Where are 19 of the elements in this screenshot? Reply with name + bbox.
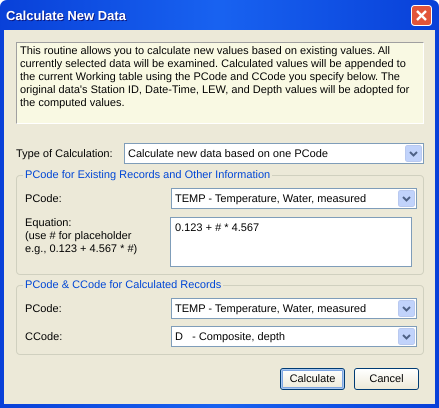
hint-text: e.g., 0.123 + 4.567 * #) <box>25 243 138 256</box>
group-title: PCode & CCode for Calculated Records <box>24 279 222 291</box>
window-title: Calculate New Data <box>6 8 126 22</box>
field-label: PCode: <box>25 192 63 204</box>
field-label: CCode: <box>25 330 64 342</box>
dropdown[interactable]: TEMP - Temperature, Water, measured <box>171 298 417 319</box>
dropdown[interactable]: Calculate new data based on one PCode <box>124 143 424 164</box>
dropdown[interactable]: TEMP - Temperature, Water, measured <box>171 188 417 209</box>
group-title: PCode for Existing Records and Other Information <box>24 169 272 181</box>
description-text: This routine allows you to calculate new values based on existing values. All currently selected data will be examined. Calculated values will be appended to the current Working table using the PCode and CCode you specify below. The original data's Station ID, Date-Time, LEW, and Depth values will be adopted for the computed values. <box>16 42 424 124</box>
dialog-button[interactable]: Cancel <box>354 368 419 390</box>
hint-text: (use # for placeholder <box>25 230 132 243</box>
close-icon[interactable] <box>411 4 432 26</box>
field-label: PCode: <box>25 302 63 314</box>
field-label: Equation: <box>25 217 72 230</box>
dropdown[interactable]: D - Composite, depth <box>171 326 417 347</box>
dialog-button[interactable]: Calculate <box>280 368 345 390</box>
equation-field[interactable]: 0.123 + # * 4.567 <box>170 217 412 267</box>
field-label: Type of Calculation: <box>16 148 114 160</box>
